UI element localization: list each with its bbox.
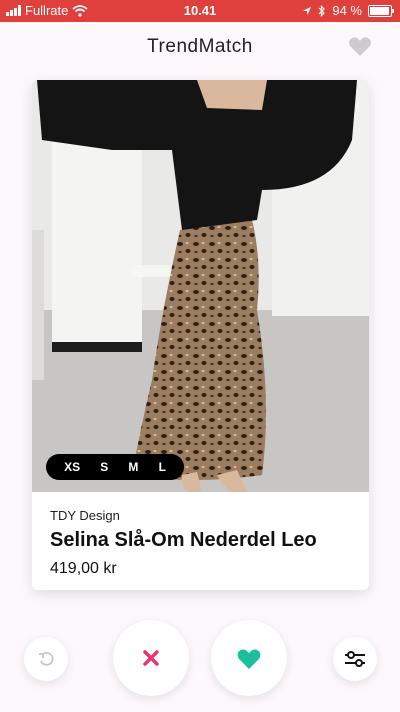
undo-button[interactable] <box>24 637 68 681</box>
product-name: Selina Slå-Om Nederdel Leo <box>50 529 317 551</box>
product-price: 419,00 kr <box>50 560 117 577</box>
undo-icon <box>39 651 54 666</box>
close-icon <box>143 650 159 666</box>
size-option[interactable]: S <box>100 460 108 474</box>
filter-icon <box>345 651 365 667</box>
like-button[interactable] <box>211 620 287 696</box>
app-header: TrendMatch <box>0 22 400 72</box>
location-icon <box>303 6 312 15</box>
bluetooth-icon <box>318 4 326 17</box>
size-selector: XS S M L <box>46 454 184 480</box>
heart-icon[interactable] <box>348 35 372 57</box>
status-right: 94 % <box>302 3 394 18</box>
battery-icon <box>368 4 394 17</box>
app-title: TrendMatch <box>147 36 253 57</box>
size-option[interactable]: XS <box>64 460 80 474</box>
size-option[interactable]: M <box>128 460 138 474</box>
product-photo <box>32 80 369 492</box>
status-bar: Fullrate 10.41 94 % <box>0 0 400 22</box>
filter-button[interactable] <box>333 637 377 681</box>
product-brand: TDY Design <box>50 508 120 523</box>
size-option[interactable]: L <box>159 460 166 474</box>
product-card[interactable]: XS S M L TDY Design Selina Slå-Om Nederd… <box>32 80 369 590</box>
heart-filled-icon <box>237 649 261 669</box>
dislike-button[interactable] <box>113 620 189 696</box>
battery-percent: 94 % <box>332 3 362 18</box>
